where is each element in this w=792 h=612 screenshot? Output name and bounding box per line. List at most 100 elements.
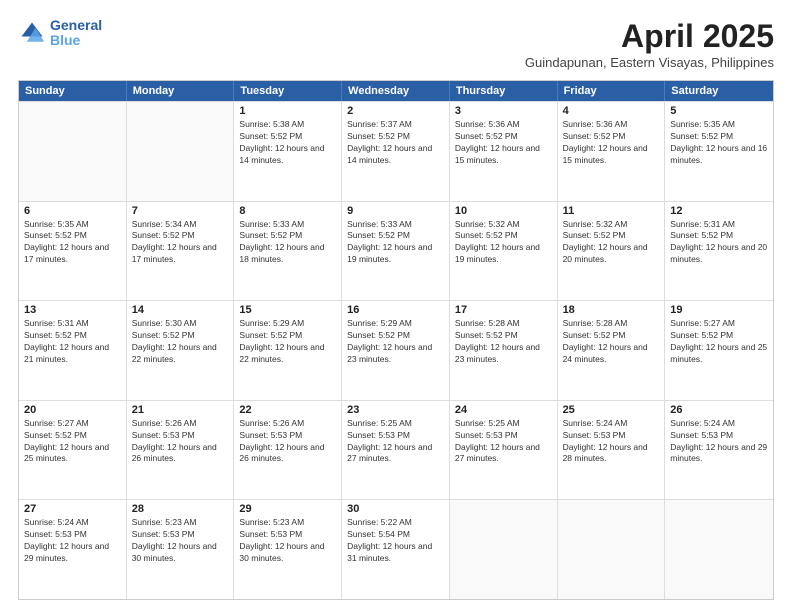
cell-day-number: 23 — [347, 404, 444, 416]
cell-info: Sunrise: 5:34 AMSunset: 5:52 PMDaylight:… — [132, 219, 229, 267]
calendar-cell: 12 Sunrise: 5:31 AMSunset: 5:52 PMDayligh… — [665, 202, 773, 301]
calendar-cell: 11 Sunrise: 5:32 AMSunset: 5:52 PMDayligh… — [558, 202, 666, 301]
cell-info: Sunrise: 5:32 AMSunset: 5:52 PMDaylight:… — [455, 219, 552, 267]
logo-blue: Blue — [50, 33, 102, 48]
calendar-row: 1Sunrise: 5:38 AMSunset: 5:52 PMDaylight… — [19, 101, 773, 201]
calendar-cell: 4 Sunrise: 5:36 AMSunset: 5:52 PMDaylight… — [558, 102, 666, 201]
calendar-cell: 29Sunrise: 5:23 AMSunset: 5:53 PMDayligh… — [234, 500, 342, 599]
logo-text: General Blue — [50, 18, 102, 49]
weekday-header: Thursday — [450, 81, 558, 101]
calendar-row: 20 Sunrise: 5:27 AMSunset: 5:52 PMDayligh… — [19, 400, 773, 500]
logo: General Blue — [18, 18, 102, 49]
cell-day-number: 30 — [347, 503, 444, 515]
calendar-cell: 26Sunrise: 5:24 AMSunset: 5:53 PMDayligh… — [665, 401, 773, 500]
calendar-cell: 3Sunrise: 5:36 AMSunset: 5:52 PMDaylight… — [450, 102, 558, 201]
calendar-cell — [19, 102, 127, 201]
cell-day-number: 2 — [347, 105, 444, 117]
calendar-cell: 6Sunrise: 5:35 AMSunset: 5:52 PMDaylight… — [19, 202, 127, 301]
calendar-cell: 10 Sunrise: 5:32 AMSunset: 5:52 PMDayligh… — [450, 202, 558, 301]
cell-info: Sunrise: 5:24 AMSunset: 5:53 PMDaylight:… — [563, 418, 660, 466]
cell-info: Sunrise: 5:25 AMSunset: 5:53 PMDaylight:… — [347, 418, 444, 466]
calendar-cell — [127, 102, 235, 201]
calendar-cell: 8 Sunrise: 5:33 AMSunset: 5:52 PMDaylight… — [234, 202, 342, 301]
calendar-cell — [450, 500, 558, 599]
cell-info: Sunrise: 5:33 AMSunset: 5:52 PMDaylight:… — [239, 219, 336, 267]
cell-day-number: 17 — [455, 304, 552, 316]
calendar-cell: 14 Sunrise: 5:30 AMSunset: 5:52 PMDayligh… — [127, 301, 235, 400]
cell-day-number: 15 — [239, 304, 336, 316]
cell-day-number: 14 — [132, 304, 229, 316]
cell-day-number: 26 — [670, 404, 768, 416]
cell-info: Sunrise: 5:33 AMSunset: 5:52 PMDaylight:… — [347, 219, 444, 267]
calendar-cell: 18Sunrise: 5:28 AMSunset: 5:52 PMDayligh… — [558, 301, 666, 400]
cell-day-number: 18 — [563, 304, 660, 316]
cell-info: Sunrise: 5:23 AMSunset: 5:53 PMDaylight:… — [239, 517, 336, 565]
cell-info: Sunrise: 5:27 AMSunset: 5:52 PMDaylight:… — [670, 318, 768, 366]
weekday-header: Monday — [127, 81, 235, 101]
calendar-cell: 7 Sunrise: 5:34 AMSunset: 5:52 PMDaylight… — [127, 202, 235, 301]
cell-day-number: 28 — [132, 503, 229, 515]
cell-info: Sunrise: 5:24 AMSunset: 5:53 PMDaylight:… — [24, 517, 121, 565]
calendar-cell: 9 Sunrise: 5:33 AMSunset: 5:52 PMDaylight… — [342, 202, 450, 301]
calendar-cell: 19 Sunrise: 5:27 AMSunset: 5:52 PMDayligh… — [665, 301, 773, 400]
calendar-cell: 24Sunrise: 5:25 AMSunset: 5:53 PMDayligh… — [450, 401, 558, 500]
cell-info: Sunrise: 5:32 AMSunset: 5:52 PMDaylight:… — [563, 219, 660, 267]
cell-info: Sunrise: 5:37 AMSunset: 5:52 PMDaylight:… — [347, 119, 444, 167]
cell-day-number: 27 — [24, 503, 121, 515]
cell-day-number: 7 — [132, 205, 229, 217]
calendar-cell: 13Sunrise: 5:31 AMSunset: 5:52 PMDayligh… — [19, 301, 127, 400]
cell-info: Sunrise: 5:22 AMSunset: 5:54 PMDaylight:… — [347, 517, 444, 565]
cell-info: Sunrise: 5:26 AMSunset: 5:53 PMDaylight:… — [132, 418, 229, 466]
cell-day-number: 19 — [670, 304, 768, 316]
header: General Blue April 2025 Guindapunan, Eas… — [18, 18, 774, 70]
cell-day-number: 11 — [563, 205, 660, 217]
cell-info: Sunrise: 5:26 AMSunset: 5:53 PMDaylight:… — [239, 418, 336, 466]
calendar-cell: 5 Sunrise: 5:35 AMSunset: 5:52 PMDaylight… — [665, 102, 773, 201]
cell-day-number: 12 — [670, 205, 768, 217]
weekday-header: Wednesday — [342, 81, 450, 101]
calendar-row: 13Sunrise: 5:31 AMSunset: 5:52 PMDayligh… — [19, 300, 773, 400]
weekday-header: Sunday — [19, 81, 127, 101]
location: Guindapunan, Eastern Visayas, Philippine… — [525, 55, 774, 70]
calendar-cell: 22 Sunrise: 5:26 AMSunset: 5:53 PMDayligh… — [234, 401, 342, 500]
title-block: April 2025 Guindapunan, Eastern Visayas,… — [525, 18, 774, 70]
cell-day-number: 25 — [563, 404, 660, 416]
page: General Blue April 2025 Guindapunan, Eas… — [0, 0, 792, 612]
cell-info: Sunrise: 5:29 AMSunset: 5:52 PMDaylight:… — [239, 318, 336, 366]
cell-info: Sunrise: 5:28 AMSunset: 5:52 PMDaylight:… — [455, 318, 552, 366]
cell-day-number: 3 — [455, 105, 552, 117]
calendar-row: 6Sunrise: 5:35 AMSunset: 5:52 PMDaylight… — [19, 201, 773, 301]
calendar-cell: 25 Sunrise: 5:24 AMSunset: 5:53 PMDayligh… — [558, 401, 666, 500]
cell-day-number: 10 — [455, 205, 552, 217]
cell-day-number: 8 — [239, 205, 336, 217]
cell-info: Sunrise: 5:35 AMSunset: 5:52 PMDaylight:… — [670, 119, 768, 167]
calendar-cell: 1Sunrise: 5:38 AMSunset: 5:52 PMDaylight… — [234, 102, 342, 201]
logo-general: General — [50, 18, 102, 33]
cell-day-number: 20 — [24, 404, 121, 416]
cell-day-number: 9 — [347, 205, 444, 217]
cell-day-number: 22 — [239, 404, 336, 416]
calendar-cell — [558, 500, 666, 599]
calendar-cell: 2 Sunrise: 5:37 AMSunset: 5:52 PMDaylight… — [342, 102, 450, 201]
cell-day-number: 5 — [670, 105, 768, 117]
cell-info: Sunrise: 5:27 AMSunset: 5:52 PMDaylight:… — [24, 418, 121, 466]
cell-info: Sunrise: 5:31 AMSunset: 5:52 PMDaylight:… — [670, 219, 768, 267]
calendar-cell: 15 Sunrise: 5:29 AMSunset: 5:52 PMDayligh… — [234, 301, 342, 400]
calendar-body: 1Sunrise: 5:38 AMSunset: 5:52 PMDaylight… — [19, 101, 773, 599]
weekday-header: Friday — [558, 81, 666, 101]
calendar-row: 27 Sunrise: 5:24 AMSunset: 5:53 PMDayligh… — [19, 499, 773, 599]
cell-info: Sunrise: 5:36 AMSunset: 5:52 PMDaylight:… — [563, 119, 660, 167]
logo-icon — [18, 19, 46, 47]
cell-day-number: 21 — [132, 404, 229, 416]
calendar-cell: 20 Sunrise: 5:27 AMSunset: 5:52 PMDayligh… — [19, 401, 127, 500]
cell-info: Sunrise: 5:23 AMSunset: 5:53 PMDaylight:… — [132, 517, 229, 565]
calendar-cell: 23 Sunrise: 5:25 AMSunset: 5:53 PMDayligh… — [342, 401, 450, 500]
calendar-cell: 17 Sunrise: 5:28 AMSunset: 5:52 PMDayligh… — [450, 301, 558, 400]
weekday-header: Tuesday — [234, 81, 342, 101]
cell-day-number: 4 — [563, 105, 660, 117]
calendar-cell: 28 Sunrise: 5:23 AMSunset: 5:53 PMDayligh… — [127, 500, 235, 599]
cell-day-number: 24 — [455, 404, 552, 416]
cell-info: Sunrise: 5:30 AMSunset: 5:52 PMDaylight:… — [132, 318, 229, 366]
cell-info: Sunrise: 5:29 AMSunset: 5:52 PMDaylight:… — [347, 318, 444, 366]
cell-info: Sunrise: 5:31 AMSunset: 5:52 PMDaylight:… — [24, 318, 121, 366]
